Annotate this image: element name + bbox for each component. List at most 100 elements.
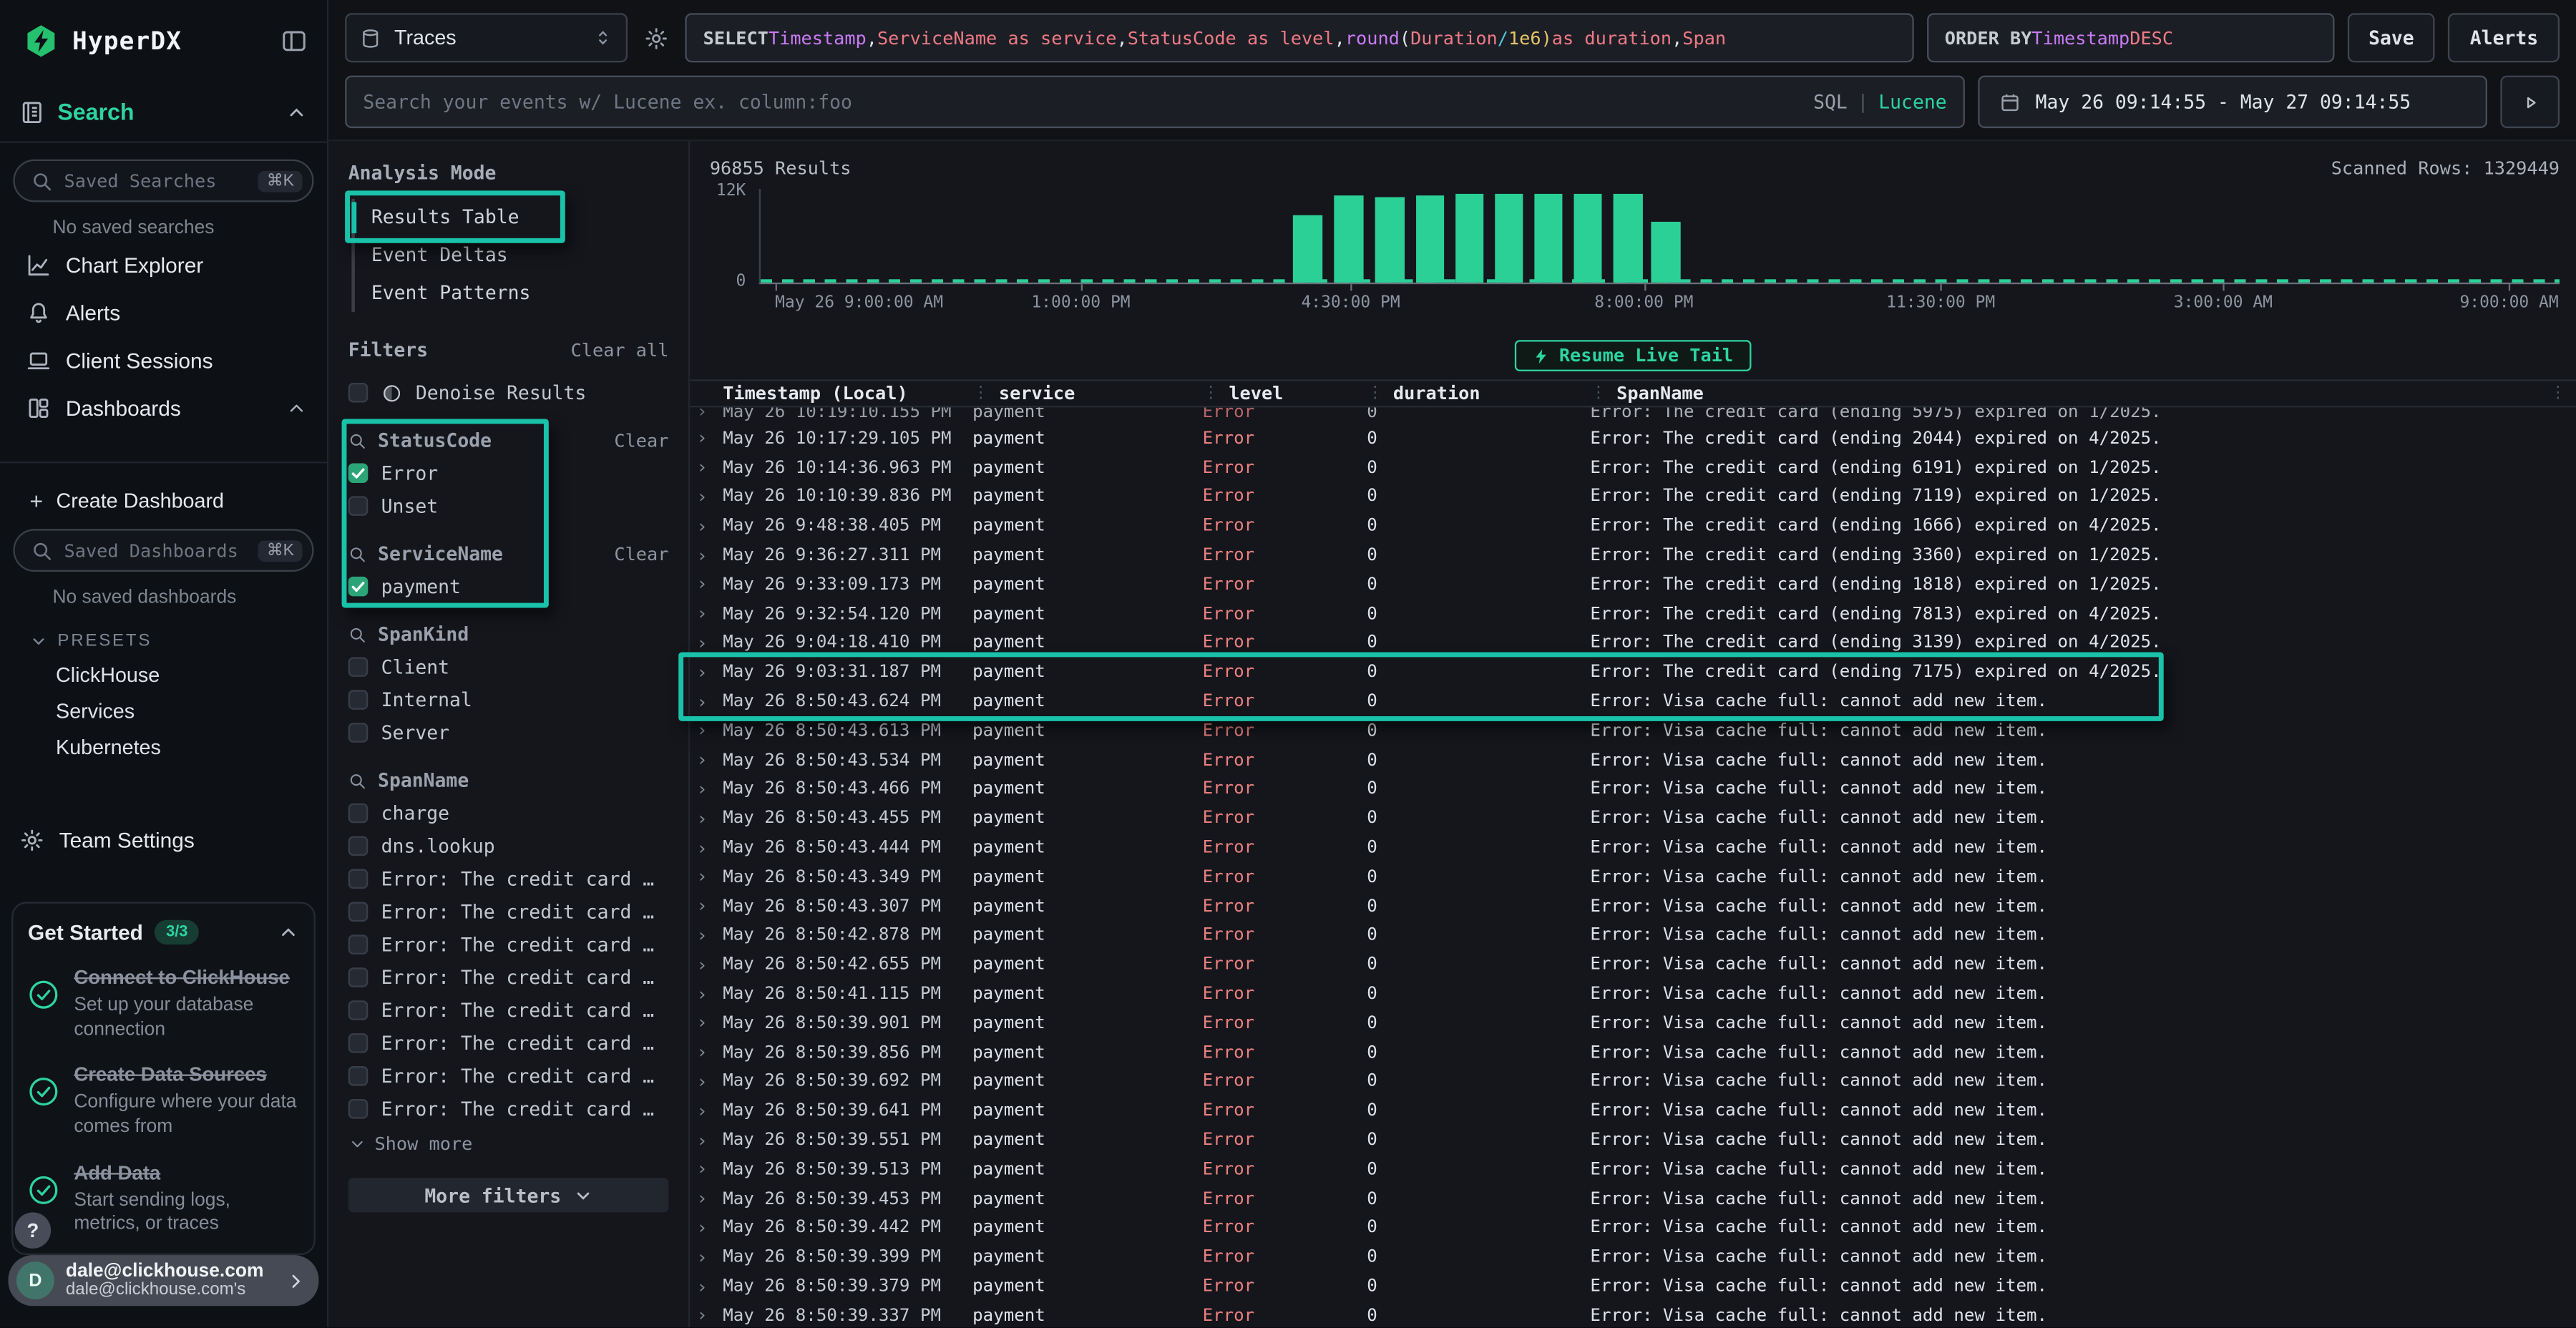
checkbox[interactable]: [348, 1033, 369, 1053]
facet-clear-link[interactable]: Clear: [614, 543, 668, 565]
user-menu[interactable]: D dale@clickhouse.com dale@clickhouse.co…: [8, 1255, 318, 1306]
facet-option-error-the-credit-card[interactable]: Error: The credit card …: [348, 966, 669, 989]
row-expand-icon[interactable]: ›: [696, 428, 723, 449]
table-row[interactable]: ›May 26 10:10:39.836 PMpaymentError0Erro…: [690, 482, 2576, 512]
lucene-toggle[interactable]: Lucene: [1878, 90, 1946, 113]
row-expand-icon[interactable]: ›: [696, 1100, 723, 1122]
row-expand-icon[interactable]: ›: [696, 1276, 723, 1297]
save-button[interactable]: Save: [2347, 13, 2435, 62]
checkbox[interactable]: [348, 723, 369, 743]
table-row[interactable]: ›May 26 8:50:39.442 PMpaymentError0Error…: [690, 1214, 2576, 1243]
sidebar-item-client-sessions[interactable]: Client Sessions: [13, 337, 313, 385]
table-row[interactable]: ›May 26 9:48:38.405 PMpaymentError0Error…: [690, 512, 2576, 541]
create-dashboard-button[interactable]: + Create Dashboard: [13, 479, 313, 529]
table-row[interactable]: ›May 26 8:50:43.624 PMpaymentError0Error…: [690, 687, 2576, 716]
sidebar-item-dashboards[interactable]: Dashboards: [13, 384, 313, 432]
chevron-up-icon[interactable]: [278, 922, 299, 943]
row-expand-icon[interactable]: ›: [696, 896, 723, 917]
table-row[interactable]: ›May 26 8:50:42.655 PMpaymentError0Error…: [690, 950, 2576, 980]
table-row[interactable]: ›May 26 8:50:39.399 PMpaymentError0Error…: [690, 1242, 2576, 1271]
sidebar-item-alerts[interactable]: Alerts: [13, 289, 313, 337]
date-range-picker[interactable]: May 26 09:14:55 - May 27 09:14:55: [1978, 76, 2487, 128]
denoise-checkbox[interactable]: [348, 383, 369, 403]
row-expand-icon[interactable]: ›: [696, 808, 723, 829]
alerts-button[interactable]: Alerts: [2449, 13, 2560, 62]
row-expand-icon[interactable]: ›: [696, 457, 723, 479]
row-expand-icon[interactable]: ›: [696, 1071, 723, 1093]
run-search-button[interactable]: [2500, 76, 2560, 128]
resume-live-tail-button[interactable]: Resume Live Tail: [1515, 340, 1752, 371]
facet-option-error-the-credit-card[interactable]: Error: The credit card …: [348, 867, 669, 890]
presets-toggle[interactable]: PRESETS: [13, 611, 313, 657]
row-expand-icon[interactable]: ›: [696, 1129, 723, 1151]
checkbox[interactable]: [348, 902, 369, 922]
table-row[interactable]: ›May 26 8:50:39.337 PMpaymentError0Error…: [690, 1301, 2576, 1327]
row-expand-icon[interactable]: ›: [696, 1188, 723, 1209]
row-expand-icon[interactable]: ›: [696, 515, 723, 537]
collapse-sidebar-icon[interactable]: [281, 28, 308, 54]
column-header-duration[interactable]: ⋮duration: [1367, 383, 1590, 404]
source-settings-gear-icon[interactable]: [640, 13, 672, 62]
table-row[interactable]: ›May 26 9:36:27.311 PMpaymentError0Error…: [690, 541, 2576, 570]
facet-option-client[interactable]: Client: [348, 655, 669, 678]
search-input[interactable]: [363, 90, 1800, 113]
mode-results-table[interactable]: Results Table: [355, 199, 669, 237]
more-filters-button[interactable]: More filters: [348, 1178, 669, 1212]
row-expand-icon[interactable]: ›: [696, 837, 723, 859]
checkbox[interactable]: [348, 496, 369, 516]
facet-option-error[interactable]: Error: [348, 462, 669, 484]
table-row[interactable]: ›May 26 9:04:18.410 PMpaymentError0Error…: [690, 628, 2576, 658]
row-expand-icon[interactable]: ›: [696, 983, 723, 1005]
facet-clear-link[interactable]: Clear: [614, 429, 668, 451]
table-row[interactable]: ›May 26 8:50:43.349 PMpaymentError0Error…: [690, 862, 2576, 892]
row-expand-icon[interactable]: ›: [696, 662, 723, 683]
row-expand-icon[interactable]: ›: [696, 778, 723, 800]
facet-option-error-the-credit-card[interactable]: Error: The credit card …: [348, 900, 669, 923]
table-row[interactable]: ›May 26 8:50:39.856 PMpaymentError0Error…: [690, 1038, 2576, 1067]
order-by-input[interactable]: ORDER BY Timestamp DESC: [1927, 13, 2334, 62]
table-row[interactable]: ›May 26 8:50:39.513 PMpaymentError0Error…: [690, 1155, 2576, 1184]
team-settings-button[interactable]: Team Settings: [0, 815, 327, 866]
chevron-up-icon[interactable]: [286, 101, 307, 122]
table-row[interactable]: ›May 26 9:03:31.187 PMpaymentError0Error…: [690, 658, 2576, 687]
row-expand-icon[interactable]: ›: [696, 954, 723, 975]
checkbox[interactable]: [348, 577, 369, 597]
facet-option-error-the-credit-card[interactable]: Error: The credit card …: [348, 999, 669, 1022]
column-divider-icon[interactable]: ⋮: [1590, 384, 1606, 402]
facet-option-dns-lookup[interactable]: dns.lookup: [348, 834, 669, 857]
row-expand-icon[interactable]: ›: [696, 1012, 723, 1034]
row-expand-icon[interactable]: ›: [696, 866, 723, 888]
row-expand-icon[interactable]: ›: [696, 603, 723, 625]
checkbox[interactable]: [348, 690, 369, 710]
row-expand-icon[interactable]: ›: [696, 545, 723, 566]
select-clause-input[interactable]: SELECT Timestamp, ServiceName as service…: [685, 13, 1913, 62]
table-row[interactable]: ›May 26 8:50:43.613 PMpaymentError0Error…: [690, 716, 2576, 746]
saved-dashboards-input[interactable]: Saved Dashboards ⌘K: [13, 529, 313, 572]
row-expand-icon[interactable]: ›: [696, 1305, 723, 1327]
table-row[interactable]: ›May 26 8:50:43.307 PMpaymentError0Error…: [690, 892, 2576, 921]
row-expand-icon[interactable]: ›: [696, 691, 723, 713]
table-row[interactable]: ›May 26 8:50:39.692 PMpaymentError0Error…: [690, 1067, 2576, 1096]
preset-services[interactable]: Services: [13, 693, 313, 730]
preset-kubernetes[interactable]: Kubernetes: [13, 729, 313, 766]
saved-searches-input[interactable]: Saved Searches ⌘K: [13, 160, 313, 202]
column-header-level[interactable]: ⋮level: [1203, 383, 1367, 404]
checkbox[interactable]: [348, 1066, 369, 1086]
facet-option-server[interactable]: Server: [348, 721, 669, 744]
preset-clickhouse[interactable]: ClickHouse: [13, 657, 313, 693]
table-row[interactable]: ›May 26 10:17:29.105 PMpaymentError0Erro…: [690, 424, 2576, 453]
table-row[interactable]: ›May 26 8:50:39.641 PMpaymentError0Error…: [690, 1096, 2576, 1126]
help-button[interactable]: ?: [15, 1212, 52, 1249]
table-row[interactable]: ›May 26 10:19:10.155 PMpaymentError0Erro…: [690, 407, 2576, 424]
table-row[interactable]: ›May 26 8:50:43.444 PMpaymentError0Error…: [690, 833, 2576, 862]
row-expand-icon[interactable]: ›: [696, 924, 723, 946]
sidebar-section-search[interactable]: Search: [0, 99, 327, 125]
table-row[interactable]: ›May 26 9:32:54.120 PMpaymentError0Error…: [690, 600, 2576, 629]
mode-event-deltas[interactable]: Event Deltas: [355, 237, 669, 275]
sidebar-item-chart-explorer[interactable]: Chart Explorer: [13, 241, 313, 289]
column-header-timestamp-local[interactable]: Timestamp (Local): [723, 383, 972, 404]
checkbox[interactable]: [348, 836, 369, 856]
facet-option-error-the-credit-card[interactable]: Error: The credit card …: [348, 933, 669, 956]
row-expand-icon[interactable]: ›: [696, 407, 723, 422]
checkbox[interactable]: [348, 1099, 369, 1119]
